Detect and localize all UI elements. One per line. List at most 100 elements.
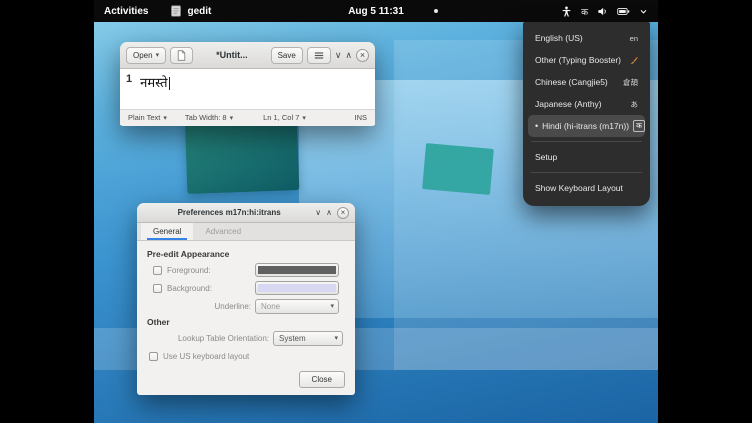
menu-item-label: Chinese (Cangjie5) <box>535 77 608 87</box>
document-text: नमस्ते <box>140 73 169 91</box>
menu-separator <box>531 172 642 173</box>
input-source-badge: en <box>630 34 638 43</box>
insert-mode-indicator: INS <box>354 113 367 122</box>
underline-value: None <box>261 302 330 311</box>
text-editor-area[interactable]: 1 नमस्ते <box>120 69 375 109</box>
open-button-label: Open <box>133 51 153 60</box>
menu-button[interactable] <box>307 47 331 64</box>
menu-item-label: Hindi (hi-itrans (m17n)) <box>542 121 629 131</box>
tab-general[interactable]: General <box>141 223 193 240</box>
menu-item-show-keyboard-layout[interactable]: Show Keyboard Layout <box>528 177 645 199</box>
tab-width-label: Tab Width: 8 <box>185 113 227 122</box>
menu-item-japanese[interactable]: Japanese (Anthy) あ <box>528 93 645 115</box>
keyboard-layout-indicator[interactable]: क <box>581 5 588 18</box>
document-title: *Untit... <box>197 50 266 60</box>
input-source-badge: क <box>633 120 645 132</box>
menu-item-label: Show Keyboard Layout <box>535 183 623 193</box>
paintbrush-icon <box>629 56 638 65</box>
save-button-label: Save <box>278 51 296 60</box>
background-row: Background: <box>147 279 345 297</box>
line-number: 1 <box>126 73 132 85</box>
gedit-icon <box>170 5 182 17</box>
tab-width-selector[interactable]: Tab Width: 8 ▾ <box>185 113 233 122</box>
background-color-swatch <box>258 284 336 292</box>
section-other: Other <box>147 315 345 329</box>
app-menu-label: gedit <box>187 6 211 17</box>
background-label: Background: <box>167 284 212 293</box>
chevron-down-icon: ▾ <box>334 334 338 342</box>
dialog-close-button[interactable]: Close <box>299 371 345 388</box>
foreground-color-button[interactable] <box>255 263 339 277</box>
wallpaper-shape <box>422 143 494 195</box>
menu-item-setup[interactable]: Setup <box>528 146 645 168</box>
hamburger-icon <box>314 51 324 60</box>
volume-icon <box>597 6 608 17</box>
underline-dropdown[interactable]: None ▾ <box>255 299 339 314</box>
open-button[interactable]: Open ▾ <box>126 47 166 64</box>
input-source-badge: あ <box>631 99 639 110</box>
close-button[interactable]: × <box>337 207 349 219</box>
us-keyboard-checkbox[interactable] <box>149 352 158 361</box>
minimize-button[interactable]: ∨ <box>315 209 321 217</box>
preferences-headerbar: Preferences m17n:hi:itrans ∨ ∧ × <box>137 203 355 223</box>
system-tray[interactable]: क <box>557 0 652 22</box>
activities-button[interactable]: Activities <box>94 0 158 22</box>
menu-item-label: Setup <box>535 152 557 162</box>
input-source-badge: 倉頡 <box>623 77 638 88</box>
menu-item-label: Other (Typing Booster) <box>535 55 621 65</box>
underline-row: Underline: None ▾ <box>147 297 345 315</box>
new-document-icon <box>177 50 186 61</box>
foreground-checkbox[interactable] <box>153 266 162 275</box>
foreground-label: Foreground: <box>167 266 211 275</box>
tab-strip: General Advanced <box>137 223 355 241</box>
menu-item-label: Japanese (Anthy) <box>535 99 602 109</box>
lookup-orientation-label: Lookup Table Orientation: <box>178 334 269 343</box>
clock[interactable]: Aug 5 11:31 <box>348 6 404 17</box>
chevron-down-icon: ▾ <box>163 114 167 122</box>
menu-item-hindi[interactable]: • Hindi (hi-itrans (m17n)) क <box>528 115 645 137</box>
language-selector[interactable]: Plain Text ▾ <box>128 113 167 122</box>
notification-dot <box>434 9 438 13</box>
chevron-down-icon: ▾ <box>230 114 234 122</box>
background-checkbox[interactable] <box>153 284 162 293</box>
lookup-orientation-row: Lookup Table Orientation: System ▾ <box>147 329 345 347</box>
selected-dot: • <box>535 122 538 131</box>
us-keyboard-row: Use US keyboard layout <box>147 347 345 365</box>
foreground-row: Foreground: <box>147 261 345 279</box>
tab-advanced[interactable]: Advanced <box>193 223 253 240</box>
app-menu[interactable]: gedit <box>170 5 211 17</box>
menu-item-english[interactable]: English (US) en <box>528 27 645 49</box>
desktop: Activities gedit Aug 5 11:31 क <box>94 0 658 423</box>
chevron-down-icon: ▾ <box>156 51 160 59</box>
maximize-button[interactable]: ∧ <box>326 209 332 217</box>
maximize-button[interactable]: ∧ <box>345 51 352 60</box>
underline-label: Underline: <box>215 302 251 311</box>
menu-item-chinese[interactable]: Chinese (Cangjie5) 倉頡 <box>528 71 645 93</box>
cursor-position-selector[interactable]: Ln 1, Col 7 ▾ <box>263 113 306 122</box>
background-color-button[interactable] <box>255 281 339 295</box>
menu-item-typing-booster[interactable]: Other (Typing Booster) <box>528 49 645 71</box>
dialog-title: Preferences m17n:hi:itrans <box>143 208 315 217</box>
chevron-down-icon: ▾ <box>302 114 306 122</box>
text-cursor <box>169 77 170 90</box>
top-bar: Activities gedit Aug 5 11:31 क <box>94 0 658 22</box>
lookup-orientation-dropdown[interactable]: System ▾ <box>273 331 343 346</box>
section-preedit-appearance: Pre-edit Appearance <box>147 247 345 261</box>
gedit-window: Open ▾ *Untit... Save <box>120 42 375 126</box>
menu-item-label: English (US) <box>535 33 583 43</box>
accessibility-icon <box>561 6 572 17</box>
new-document-button[interactable] <box>170 47 193 64</box>
save-button[interactable]: Save <box>271 47 303 64</box>
battery-icon <box>617 6 630 17</box>
foreground-color-swatch <box>258 266 336 274</box>
language-label: Plain Text <box>128 113 160 122</box>
gedit-headerbar: Open ▾ *Untit... Save <box>120 42 375 69</box>
minimize-button[interactable]: ∨ <box>335 51 342 60</box>
lookup-orientation-value: System <box>279 334 334 343</box>
gedit-statusbar: Plain Text ▾ Tab Width: 8 ▾ Ln 1, Col 7 … <box>120 109 375 125</box>
chevron-down-icon: ▾ <box>330 302 334 310</box>
close-button[interactable]: × <box>356 49 369 62</box>
preferences-dialog: Preferences m17n:hi:itrans ∨ ∧ × General… <box>137 203 355 395</box>
tab-label: General <box>153 227 181 236</box>
us-keyboard-label: Use US keyboard layout <box>163 352 249 361</box>
